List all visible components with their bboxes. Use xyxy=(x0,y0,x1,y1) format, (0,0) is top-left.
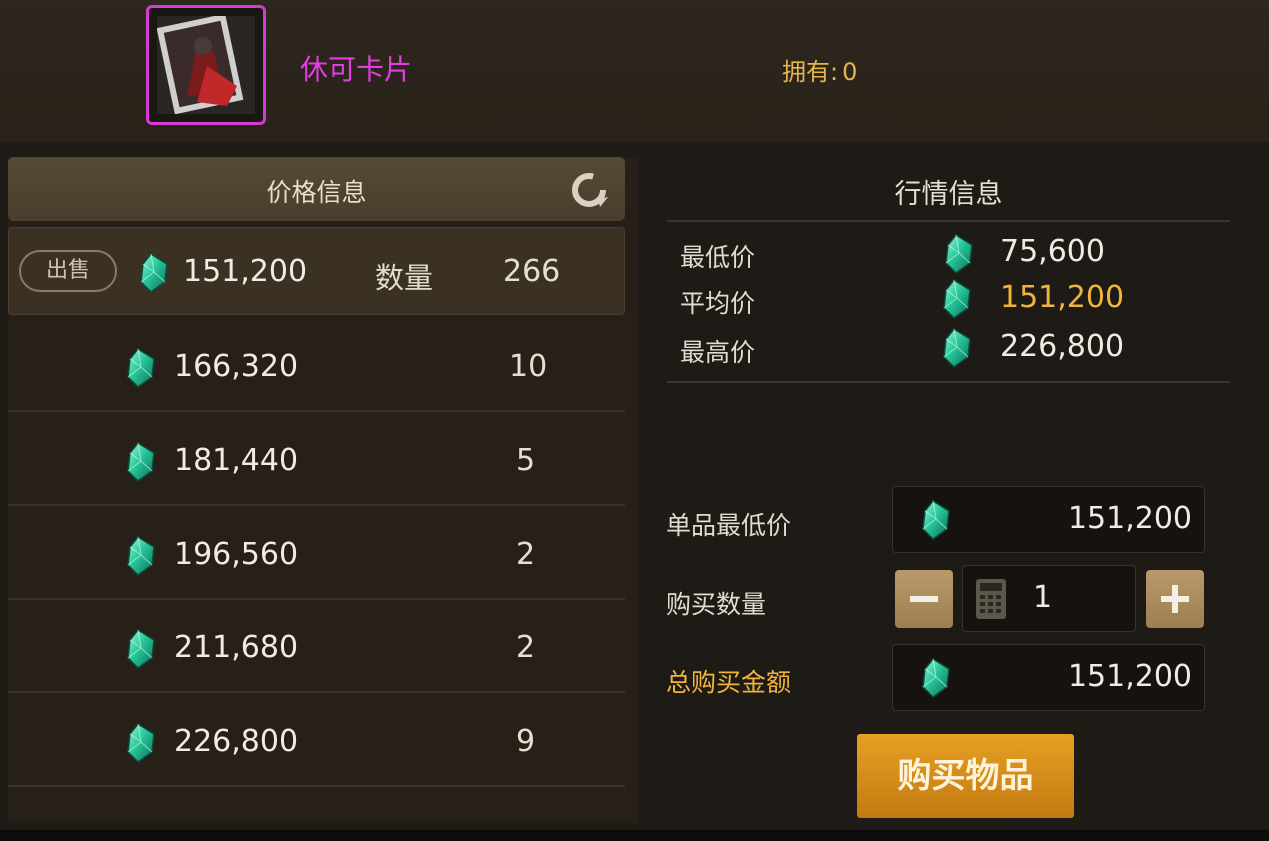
max-price-value: 226,800 xyxy=(1000,329,1125,364)
gem-icon xyxy=(124,628,158,670)
listing-row[interactable]: 166,320 10 xyxy=(8,317,625,412)
min-price-value: 75,600 xyxy=(1000,234,1105,269)
listing-row[interactable]: 181,440 5 xyxy=(8,411,625,506)
listing-price: 226,800 xyxy=(174,724,299,759)
item-card-thumbnail[interactable] xyxy=(146,5,266,125)
divider xyxy=(667,381,1230,383)
bottom-edge xyxy=(0,830,1269,841)
listing-price: 166,320 xyxy=(174,349,299,384)
unit-min-price-box: 151,200 xyxy=(892,486,1205,553)
unit-min-price-label: 单品最低价 xyxy=(666,511,792,540)
sell-button[interactable]: 出售 xyxy=(19,250,117,292)
listing-row[interactable]: 196,560 2 xyxy=(8,505,625,600)
item-header: 休可卡片 拥有: 0 xyxy=(0,0,1269,142)
listing-row[interactable]: 226,800 9 xyxy=(8,692,625,787)
price-info-title: 价格信息 xyxy=(266,178,367,207)
min-price-label: 最低价 xyxy=(680,243,756,272)
listing-price: 196,560 xyxy=(174,537,299,572)
avg-price-value: 151,200 xyxy=(1000,280,1125,315)
owned-count: 拥有: 0 xyxy=(782,52,857,87)
total-amount-value: 151,200 xyxy=(1067,659,1192,694)
quantity-label: 数量 xyxy=(375,261,434,295)
gem-icon xyxy=(919,499,953,541)
gem-icon xyxy=(124,722,158,764)
listing-price: 151,200 xyxy=(183,254,308,289)
decrease-quantity-button[interactable] xyxy=(895,570,953,628)
quantity-input[interactable]: 1 xyxy=(962,565,1136,632)
max-price-label: 最高价 xyxy=(680,338,756,367)
gem-icon xyxy=(124,441,158,483)
total-amount-box: 151,200 xyxy=(892,644,1205,711)
total-amount-label: 总购买金额 xyxy=(666,668,792,697)
listing-qty: 266 xyxy=(503,254,561,289)
quantity-value: 1 xyxy=(1033,580,1053,615)
price-info-panel: 价格信息 出售 151,200 数量 266 166,320 10 181,44… xyxy=(8,157,638,823)
unit-min-price-value: 151,200 xyxy=(1067,501,1192,536)
gem-icon xyxy=(137,252,171,294)
listing-qty: 5 xyxy=(516,443,536,478)
gem-icon xyxy=(940,278,974,320)
gem-icon xyxy=(124,535,158,577)
avg-price-label: 平均价 xyxy=(680,289,756,318)
buy-item-button[interactable]: 购买物品 xyxy=(857,734,1074,818)
minus-icon xyxy=(910,596,938,602)
divider xyxy=(667,220,1230,222)
owned-value: 0 xyxy=(842,58,858,86)
owned-label: 拥有: xyxy=(782,58,839,86)
listing-qty: 2 xyxy=(516,537,536,572)
listing-qty: 10 xyxy=(509,349,548,384)
buy-quantity-label: 购买数量 xyxy=(666,590,767,619)
listing-price: 211,680 xyxy=(174,630,299,665)
item-name: 休可卡片 xyxy=(300,53,413,86)
listing-qty: 2 xyxy=(516,630,536,665)
gem-icon xyxy=(942,233,976,275)
gem-icon xyxy=(940,327,974,369)
increase-quantity-button[interactable] xyxy=(1146,570,1204,628)
listing-row[interactable]: 211,680 2 xyxy=(8,598,625,693)
calculator-icon[interactable] xyxy=(975,578,1007,620)
gem-icon xyxy=(919,657,953,699)
plus-icon-v xyxy=(1172,585,1178,613)
listing-qty: 9 xyxy=(516,724,536,759)
gem-icon xyxy=(124,347,158,389)
listing-price: 181,440 xyxy=(174,443,299,478)
card-image xyxy=(157,16,255,114)
price-info-header: 价格信息 xyxy=(8,157,625,221)
market-info-title: 行情信息 xyxy=(894,179,1003,210)
listing-row-selected[interactable]: 出售 151,200 数量 266 xyxy=(8,227,625,315)
refresh-icon[interactable] xyxy=(568,169,610,211)
